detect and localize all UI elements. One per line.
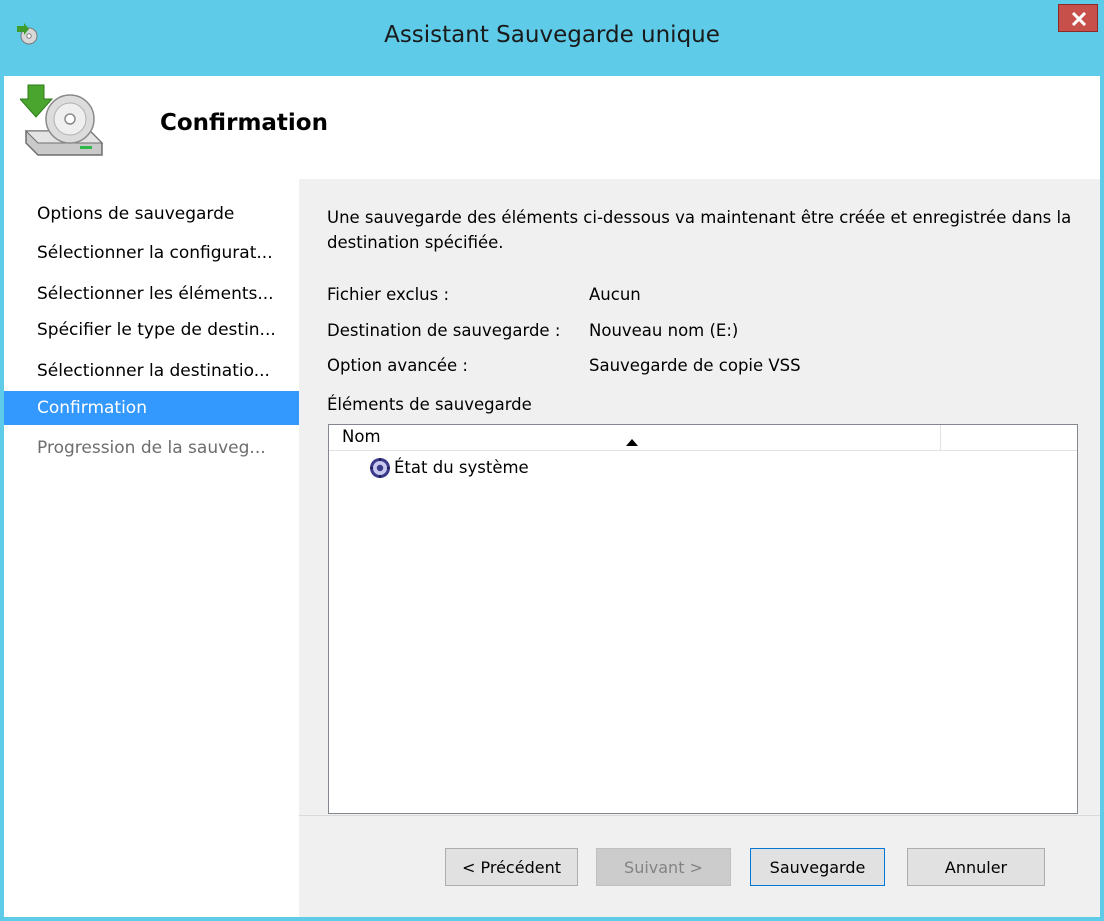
backup-items-label: Éléments de sauvegarde [327,395,532,414]
previous-button[interactable]: < Précédent [445,848,578,886]
column-header-nom[interactable]: Nom [329,425,941,451]
sort-ascending-icon [626,431,638,450]
wizard-header: Confirmation [4,76,1100,179]
step-selectionner-configuration[interactable]: Sélectionner la configurat... [4,236,299,270]
column-header-filler [941,425,1077,451]
system-state-icon [369,457,391,479]
excluded-files-label: Fichier exclus : [327,285,450,304]
column-header-label: Nom [342,427,381,446]
excluded-files-value: Aucun [589,285,641,304]
step-progression-sauvegarde: Progression de la sauveg... [37,438,266,458]
step-selectionner-destination[interactable]: Sélectionner la destinatio... [4,354,299,388]
backup-button[interactable]: Sauvegarde [750,848,885,886]
step-selectionner-elements[interactable]: Sélectionner les éléments... [4,277,299,311]
footer-divider [299,815,1100,816]
close-icon [1071,12,1087,26]
backup-items-list[interactable]: Nom État du système [328,424,1078,814]
step-specifier-type-destination[interactable]: Spécifier le type de destin... [4,313,299,347]
backup-destination-label: Destination de sauvegarde : [327,321,561,340]
advanced-option-value: Sauvegarde de copie VSS [589,356,801,375]
confirmation-message: Une sauvegarde des éléments ci-dessous v… [327,208,1072,252]
page-title: Confirmation [160,110,328,136]
wizard-content: Une sauvegarde des éléments ci-dessous v… [299,179,1100,917]
wizard-window: Assistant Sauvegarde unique Confirmation… [0,0,1104,921]
close-button[interactable] [1058,4,1098,32]
wizard-steps-sidebar: Options de sauvegarde Sélectionner la co… [4,179,299,917]
list-item-label: État du système [394,458,529,477]
cancel-button[interactable]: Annuler [907,848,1045,886]
window-title: Assistant Sauvegarde unique [384,22,720,48]
title-bar[interactable]: Assistant Sauvegarde unique [0,0,1104,76]
step-options-de-sauvegarde[interactable]: Options de sauvegarde [4,197,299,231]
advanced-option-label: Option avancée : [327,356,468,375]
next-button: Suivant > [596,848,731,886]
backup-drive-icon [18,81,108,163]
backup-destination-value: Nouveau nom (E:) [589,321,739,340]
step-confirmation[interactable]: Confirmation [4,391,299,425]
